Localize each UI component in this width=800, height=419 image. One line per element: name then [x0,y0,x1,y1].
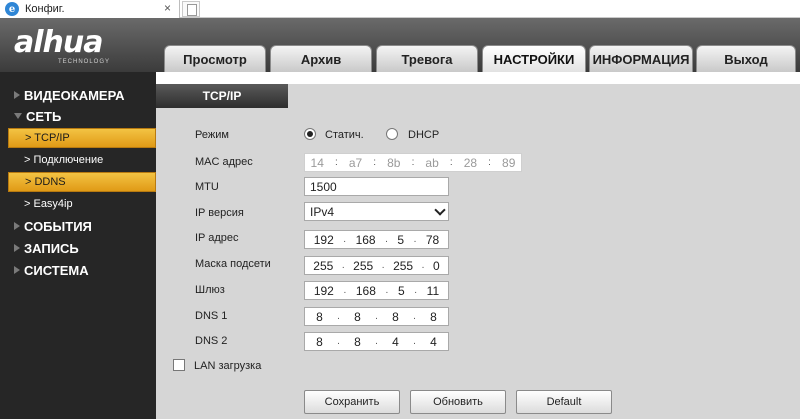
expand-icon [14,222,20,230]
mac-field: 14: a7: 8b: ab: 28: 89 [304,153,522,172]
dns2-input[interactable]: 8. 8. 4. 4 [304,332,449,351]
mac-octet: 28 [463,155,478,170]
dns1-octet[interactable]: 8 [354,310,361,324]
mask-octet[interactable]: 255 [313,259,333,273]
subnet-mask-input[interactable]: 255. 255. 255. 0 [304,256,449,275]
dns1-octet[interactable]: 8 [392,310,399,324]
tab-settings[interactable]: НАСТРОЙКИ [482,45,586,72]
sidebar-item-label: СИСТЕМА [24,262,89,278]
gateway-input[interactable]: 192. 168. 5. 11 [304,281,449,300]
mask-octet[interactable]: 0 [433,259,440,273]
dns1-input[interactable]: 8. 8. 8. 8 [304,307,449,326]
expand-icon [14,244,20,252]
sidebar-item-easy4ip[interactable]: > Easy4ip [0,194,156,214]
refresh-button[interactable]: Обновить [410,390,506,414]
default-button[interactable]: Default [516,390,612,414]
dns1-octet[interactable]: 8 [430,310,437,324]
browser-tab-title: Конфиг. [25,3,65,15]
content-top-strip [156,72,800,84]
mask-label: Маска подсети [195,258,271,270]
tab-info[interactable]: ИНФОРМАЦИЯ [589,45,693,72]
dns2-octet[interactable]: 4 [430,335,437,349]
tab-tcpip[interactable]: TCP/IP [156,84,288,108]
sidebar-item-label: ЗАПИСЬ [24,240,79,256]
sidebar-item-label: СЕТЬ [26,108,62,124]
mac-octet: a7 [348,155,363,170]
dns1-octet[interactable]: 8 [316,310,323,324]
sidebar-item-label: ВИДЕОКАМЕРА [24,87,125,103]
gateway-octet[interactable]: 192 [314,284,334,298]
ip-octet[interactable]: 5 [397,233,404,247]
mac-octet: 14 [310,155,324,170]
collapse-icon [14,113,22,119]
tab-preview[interactable]: Просмотр [164,45,266,72]
sidebar-item-events[interactable]: СОБЫТИЯ [0,216,156,236]
ip-octet[interactable]: 192 [314,233,334,247]
mac-label: MAC адрес [195,156,253,168]
new-tab-icon[interactable] [182,1,200,17]
static-radio-label: Статич. [325,129,364,141]
expand-icon [14,91,20,99]
gateway-octet[interactable]: 5 [398,284,405,298]
sidebar-item-label: > Подключение [24,154,104,166]
gateway-octet[interactable]: 11 [427,284,439,298]
ie-icon: e [5,2,19,16]
dhcp-radio[interactable] [386,128,398,140]
mac-octet: 8b [387,155,401,170]
sidebar-item-ddns[interactable]: > DDNS [8,172,156,192]
lan-download-checkbox[interactable] [173,359,185,371]
sidebar-item-camera[interactable]: ВИДЕОКАМЕРА [0,85,156,105]
sidebar-item-label: > Easy4ip [24,198,73,210]
mode-label: Режим [195,129,229,141]
tab-alarm[interactable]: Тревога [376,45,478,72]
dns1-label: DNS 1 [195,310,228,322]
mtu-label: MTU [195,181,219,193]
sidebar-item-system[interactable]: СИСТЕМА [0,260,156,280]
ip-version-value: IPv4 [310,204,335,219]
static-radio[interactable] [304,128,316,140]
gateway-octet[interactable]: 168 [356,284,376,298]
close-icon[interactable]: × [164,1,171,15]
mac-octet: 89 [502,155,516,170]
mtu-value: 1500 [310,179,337,194]
browser-tab[interactable]: e Конфиг. × [0,0,180,18]
sidebar-item-label: > DDNS [25,176,66,188]
dns2-octet[interactable]: 8 [316,335,323,349]
logo: alhua [14,25,103,60]
ip-label: IP адрес [195,232,239,244]
logo-subtitle: TECHNOLOGY [58,59,111,65]
sidebar-item-label: > TCP/IP [25,132,70,144]
chevron-down-icon [434,204,446,216]
sidebar-item-tcpip[interactable]: > TCP/IP [8,128,156,148]
lan-download-label: LAN загрузка [194,360,262,372]
mtu-input[interactable]: 1500 [304,177,449,196]
tab-archive[interactable]: Архив [270,45,372,72]
dns2-octet[interactable]: 8 [354,335,361,349]
sidebar-item-connection[interactable]: > Подключение [0,150,156,170]
ip-octet[interactable]: 78 [426,233,439,247]
mask-octet[interactable]: 255 [393,259,413,273]
ip-address-input[interactable]: 192. 168. 5. 78 [304,230,449,249]
save-button[interactable]: Сохранить [304,390,400,414]
sidebar-item-record[interactable]: ЗАПИСЬ [0,238,156,258]
browser-tabstrip: e Конфиг. × [0,0,800,18]
expand-icon [14,266,20,274]
dns2-label: DNS 2 [195,335,228,347]
mask-octet[interactable]: 255 [353,259,373,273]
ip-version-select[interactable]: IPv4 [304,202,449,221]
dns2-octet[interactable]: 4 [392,335,399,349]
ip-version-label: IP версия [195,207,244,219]
sidebar-item-network[interactable]: СЕТЬ [0,106,156,126]
sidebar-item-label: СОБЫТИЯ [24,218,92,234]
mac-octet: ab [425,155,439,170]
tab-exit[interactable]: Выход [696,45,796,72]
ip-octet[interactable]: 168 [356,233,376,247]
gateway-label: Шлюз [195,284,225,296]
dhcp-radio-label: DHCP [408,129,440,141]
